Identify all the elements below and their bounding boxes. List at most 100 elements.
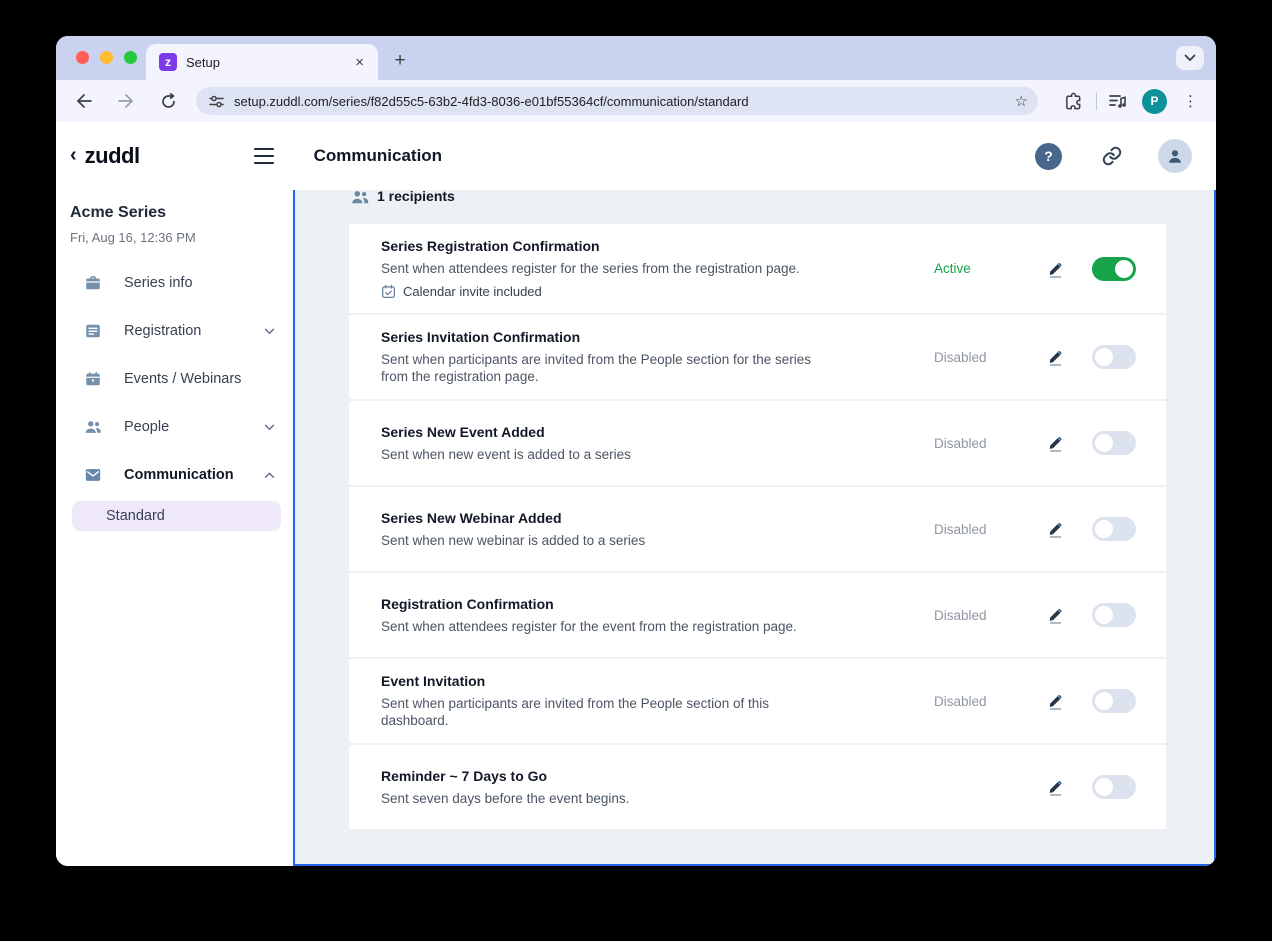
extensions-icon[interactable] xyxy=(1060,88,1086,114)
page-title: Communication xyxy=(313,146,443,165)
zuddl-logo[interactable]: ‹ zuddl xyxy=(70,143,140,169)
sidebar-item-label: Registration xyxy=(124,323,202,339)
email-description: Sent seven days before the event begins. xyxy=(381,790,630,806)
chevron-down-icon xyxy=(264,424,275,430)
email-row: Series Invitation Confirmation Sent when… xyxy=(349,313,1166,399)
sidebar-item-series-info[interactable]: Series info xyxy=(68,259,293,307)
enable-toggle[interactable] xyxy=(1092,345,1136,369)
email-list: Series Registration Confirmation Sent wh… xyxy=(349,224,1166,829)
calendar-icon xyxy=(86,371,100,386)
toggle-knob xyxy=(1095,520,1113,538)
new-tab-button[interactable]: + xyxy=(386,47,414,75)
email-title: Registration Confirmation xyxy=(381,595,554,612)
sidebar-item-people[interactable]: People xyxy=(68,403,293,451)
chevron-up-icon xyxy=(264,471,275,478)
email-row: Reminder ~ 7 Days to Go Sent seven days … xyxy=(349,743,1166,829)
browser-window: z Setup × + setup.zuddl.com/series/f82d5… xyxy=(56,36,1216,866)
edit-pencil-icon[interactable] xyxy=(1046,347,1066,367)
enable-toggle[interactable] xyxy=(1092,256,1136,281)
status-label: Active xyxy=(934,261,971,276)
email-title: Event Invitation xyxy=(381,673,486,689)
tab-title: Setup xyxy=(186,54,220,70)
user-avatar[interactable] xyxy=(1158,139,1192,173)
edit-pencil-icon[interactable] xyxy=(1046,777,1066,797)
edit-pencil-icon[interactable] xyxy=(1046,519,1066,539)
recipients-summary: 1 recipients xyxy=(351,190,1214,207)
tab-close-icon[interactable]: × xyxy=(351,54,368,71)
site-settings-icon[interactable] xyxy=(208,94,225,109)
briefcase-icon xyxy=(86,276,100,290)
enable-toggle[interactable] xyxy=(1092,517,1136,541)
url-text[interactable]: setup.zuddl.com/series/f82d55c5-63b2-4fd… xyxy=(234,94,1015,109)
enable-toggle[interactable] xyxy=(1092,603,1136,627)
recipients-people-icon xyxy=(352,190,369,203)
toggle-knob xyxy=(1095,778,1113,796)
sidebar-item-label: Series info xyxy=(124,275,193,291)
enable-toggle[interactable] xyxy=(1092,689,1136,713)
people-icon xyxy=(85,421,101,433)
email-title: Series Invitation Confirmation xyxy=(381,329,581,345)
menu-hamburger-icon[interactable] xyxy=(253,148,274,164)
tab-search-chevron-icon[interactable] xyxy=(1176,46,1204,70)
toggle-knob xyxy=(1095,348,1113,366)
edit-pencil-icon[interactable] xyxy=(1046,259,1066,279)
series-name: Acme Series xyxy=(70,204,167,221)
reload-icon[interactable] xyxy=(154,87,182,115)
email-title: Series Registration Confirmation xyxy=(381,238,600,254)
logo-text: zuddl xyxy=(84,143,140,168)
sidebar-nav: Series info Registration Events / Webina… xyxy=(68,259,293,499)
status-label: Disabled xyxy=(934,607,987,623)
toggle-knob xyxy=(1095,606,1113,624)
edit-pencil-icon[interactable] xyxy=(1046,691,1066,711)
browser-profile-avatar[interactable]: P xyxy=(1142,88,1167,114)
status-label: Disabled xyxy=(934,435,987,451)
address-bar[interactable]: setup.zuddl.com/series/f82d55c5-63b2-4fd… xyxy=(196,87,1038,115)
close-window-button[interactable] xyxy=(76,51,89,64)
sidebar-item-communication[interactable]: Communication xyxy=(68,451,293,499)
status-label: Disabled xyxy=(934,521,987,537)
sidebar-item-registration[interactable]: Registration xyxy=(68,307,293,355)
sidebar: Acme Series Fri, Aug 16, 12:36 PM Series… xyxy=(56,190,293,866)
email-row: Series New Webinar Added Sent when new w… xyxy=(349,485,1166,571)
toggle-knob xyxy=(1115,259,1133,278)
calendar-check-icon xyxy=(382,284,395,298)
back-chevron-icon[interactable]: ‹ xyxy=(70,145,77,165)
media-controls-icon[interactable] xyxy=(1105,88,1131,114)
chevron-down-icon xyxy=(264,328,275,334)
window-controls xyxy=(76,51,137,64)
status-label: Disabled xyxy=(934,349,987,365)
status-label: Disabled xyxy=(934,693,987,709)
email-description: Sent when participants are invited from … xyxy=(381,696,769,728)
email-title: Series New Event Added xyxy=(381,423,545,440)
browser-tab-strip: z Setup × + xyxy=(56,36,1216,80)
bookmark-star-icon[interactable]: ☆ xyxy=(1015,92,1028,110)
email-title: Series New Webinar Added xyxy=(381,509,562,526)
forward-icon[interactable] xyxy=(112,87,140,115)
email-description: Sent when new event is added to a series xyxy=(381,446,631,462)
minimize-window-button[interactable] xyxy=(100,51,113,64)
help-button[interactable]: ? xyxy=(1035,142,1062,170)
main-content: 1 recipients Series Registration Confirm… xyxy=(293,190,1216,866)
sidebar-subitem-standard[interactable]: Standard xyxy=(72,501,281,531)
app-header: ‹ zuddl Communication ? xyxy=(56,122,1216,190)
copy-link-icon[interactable] xyxy=(1097,141,1127,171)
sidebar-item-label: Communication xyxy=(124,467,234,483)
toolbar-divider xyxy=(1096,92,1097,110)
recipients-count-label: 1 recipients xyxy=(377,190,455,204)
mail-icon xyxy=(85,469,101,481)
back-icon[interactable] xyxy=(70,87,98,115)
edit-pencil-icon[interactable] xyxy=(1046,605,1066,625)
sidebar-item-events-webinars[interactable]: Events / Webinars xyxy=(68,355,293,403)
zoom-window-button[interactable] xyxy=(124,51,137,64)
toggle-knob xyxy=(1095,692,1113,710)
series-datetime: Fri, Aug 16, 12:36 PM xyxy=(70,230,196,245)
browser-tab[interactable]: z Setup × xyxy=(146,44,378,80)
sidebar-item-label: Events / Webinars xyxy=(124,371,242,387)
enable-toggle[interactable] xyxy=(1092,775,1136,799)
browser-menu-icon[interactable]: ⋮ xyxy=(1177,92,1204,110)
enable-toggle[interactable] xyxy=(1092,431,1136,455)
edit-pencil-icon[interactable] xyxy=(1046,433,1066,453)
email-description: Sent when new webinar is added to a seri… xyxy=(381,532,646,548)
toggle-knob xyxy=(1095,434,1113,452)
email-title: Reminder ~ 7 Days to Go xyxy=(381,767,548,784)
